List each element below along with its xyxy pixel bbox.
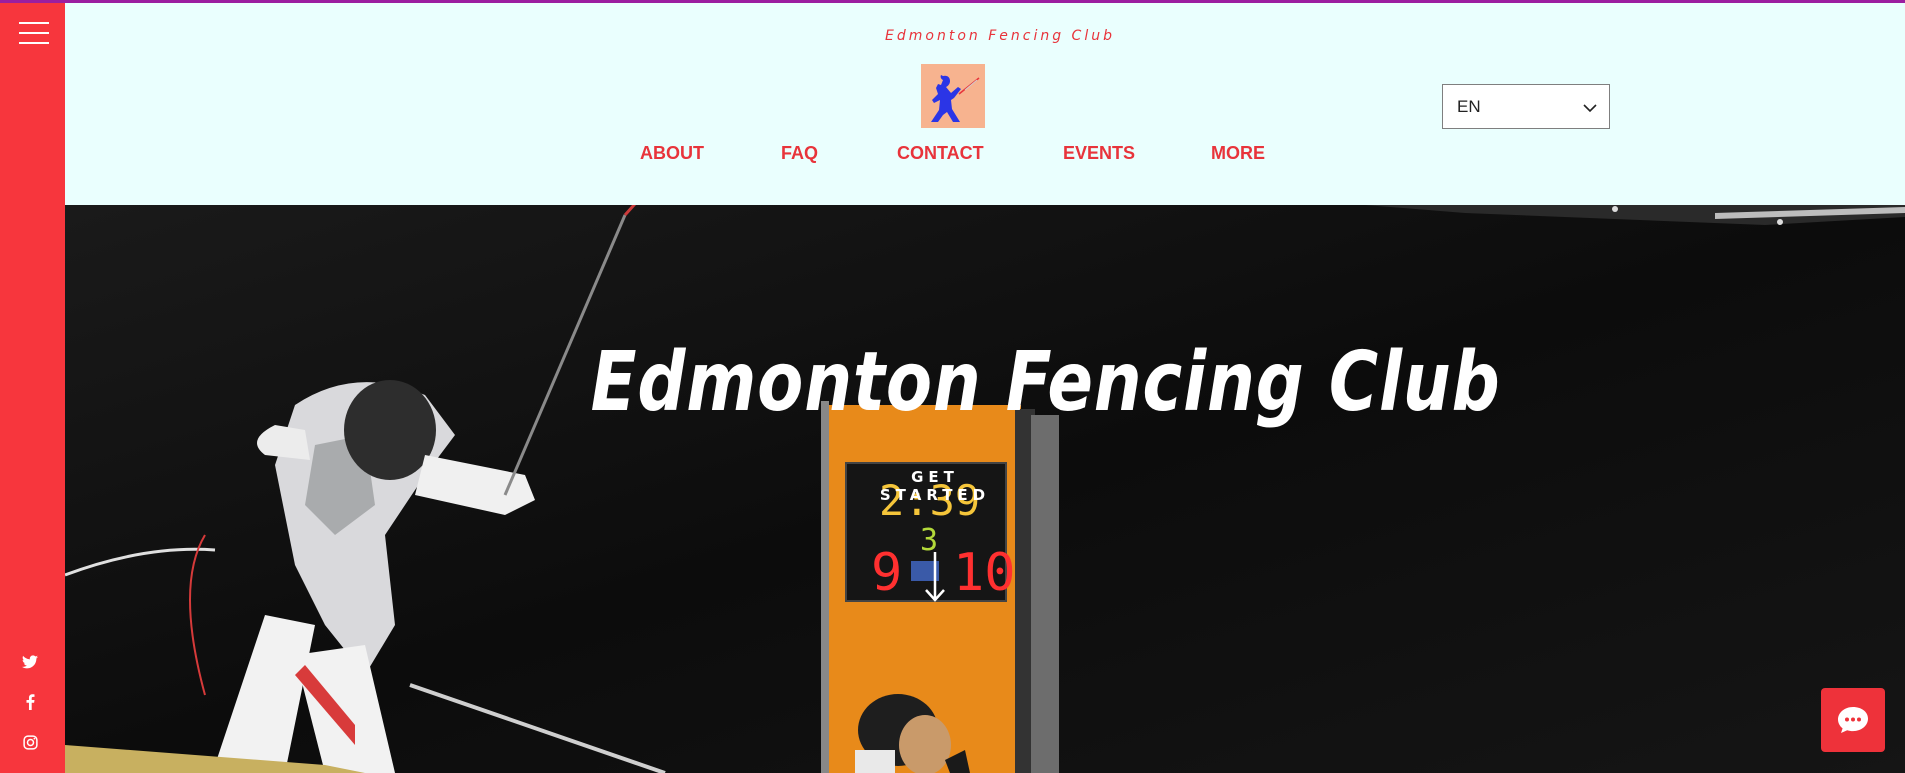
language-value: EN bbox=[1457, 97, 1481, 116]
nav-contact[interactable]: CONTACT bbox=[897, 143, 984, 169]
chat-icon[interactable] bbox=[1821, 688, 1885, 752]
chevron-down-icon bbox=[1583, 100, 1597, 118]
language-select[interactable]: EN bbox=[1442, 84, 1610, 129]
club-logo[interactable] bbox=[921, 64, 985, 128]
get-started-button[interactable]: GET STARTED bbox=[855, 468, 1015, 504]
top-accent-line bbox=[0, 0, 1905, 3]
instagram-icon[interactable] bbox=[20, 732, 40, 752]
scoreboard-score-left: 9 bbox=[871, 543, 902, 603]
arrow-down-icon[interactable] bbox=[923, 552, 947, 608]
scoreboard-score-right: 10 bbox=[953, 543, 1016, 603]
nav-faq[interactable]: FAQ bbox=[781, 143, 818, 169]
hero-section: 2:39 3 9 10 Edmonton Fencing Club GET ST… bbox=[65, 205, 1905, 773]
nav-about[interactable]: ABOUT bbox=[640, 143, 704, 169]
facebook-icon[interactable] bbox=[20, 692, 40, 712]
twitter-icon[interactable] bbox=[20, 652, 40, 672]
site-brand[interactable]: Edmonton Fencing Club bbox=[835, 28, 1165, 44]
site-header: Edmonton Fencing Club ABOUT FAQ CONTACT … bbox=[65, 3, 1905, 205]
hamburger-icon[interactable] bbox=[19, 22, 49, 44]
hero-title: Edmonton Fencing Club bbox=[590, 335, 1501, 430]
sidebar bbox=[0, 0, 65, 773]
nav-events[interactable]: EVENTS bbox=[1063, 143, 1135, 169]
nav-more[interactable]: MORE bbox=[1211, 143, 1265, 169]
